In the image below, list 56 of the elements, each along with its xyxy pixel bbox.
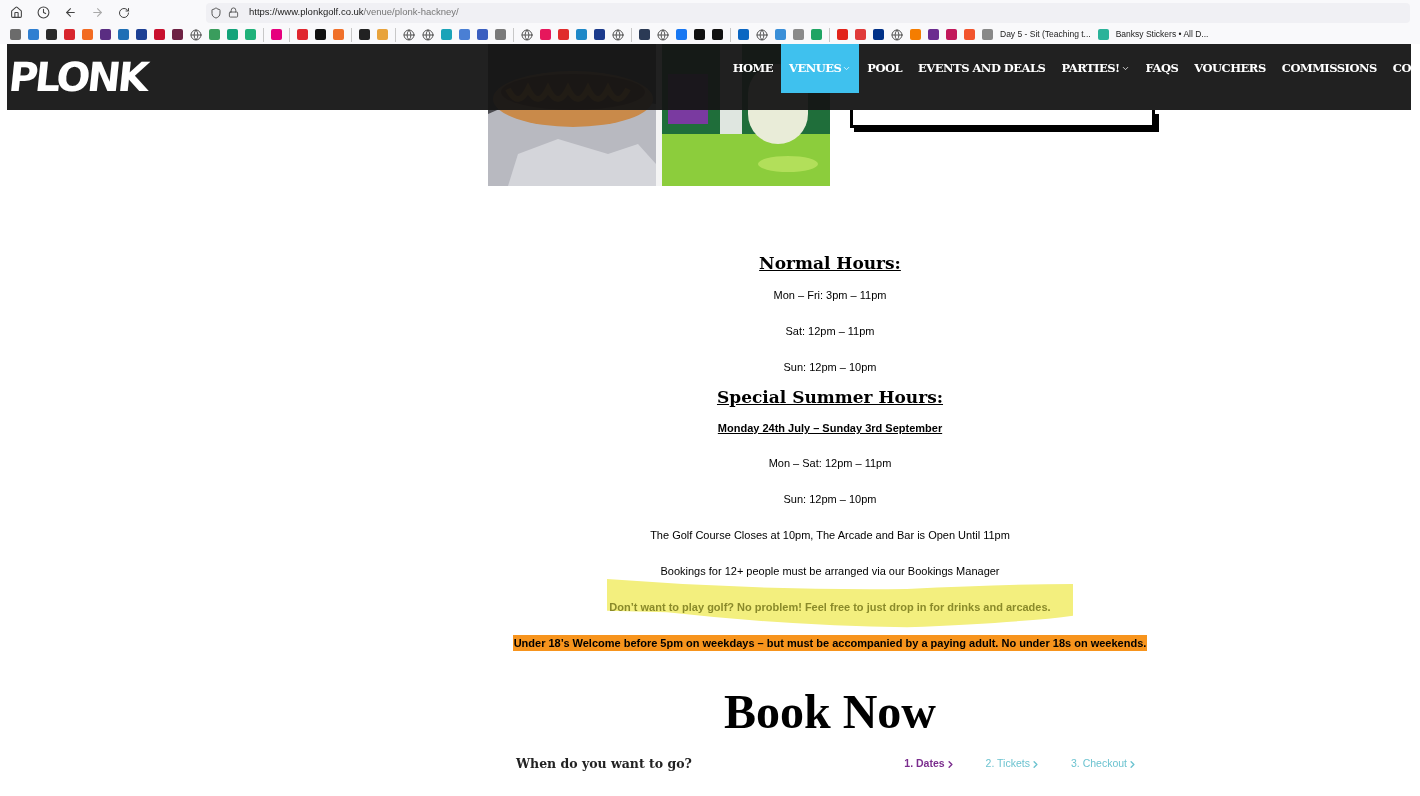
chevron-icon bbox=[1127, 758, 1138, 770]
globe-icon[interactable] bbox=[612, 28, 624, 41]
nav-link[interactable]: POOL bbox=[859, 44, 911, 93]
bookmark-icon[interactable] bbox=[594, 29, 605, 40]
nav-link[interactable]: COMMISSIONS bbox=[1273, 44, 1385, 93]
nav-link[interactable]: HOME bbox=[724, 44, 781, 93]
nav-link[interactable]: PARTIES! bbox=[1053, 44, 1138, 93]
hours-text: Sun: 12pm – 10pm bbox=[783, 491, 877, 507]
globe-icon[interactable] bbox=[190, 28, 202, 41]
hours-text: Mon – Sat: 12pm – 11pm bbox=[768, 455, 892, 471]
address-bar[interactable]: https://www.plonkgolf.co.uk/venue/plonk-hackney/ bbox=[206, 2, 1410, 23]
nav-link[interactable]: FAQS bbox=[1137, 44, 1187, 93]
globe-icon[interactable] bbox=[756, 28, 768, 41]
bookmark-icon[interactable] bbox=[136, 29, 147, 40]
bookmark-icon[interactable] bbox=[172, 29, 183, 40]
forward-icon[interactable] bbox=[91, 6, 104, 19]
bookmark-icon[interactable] bbox=[712, 29, 723, 40]
globe-icon[interactable] bbox=[403, 28, 415, 41]
booking-question: When do you want to go? bbox=[516, 754, 692, 773]
book-now-heading: Book Now bbox=[722, 684, 937, 740]
globe-icon[interactable] bbox=[422, 28, 434, 41]
hours-text: Mon – Fri: 3pm – 11pm bbox=[773, 287, 887, 303]
bookmark-link[interactable]: Day 5 - Sit (Teaching t... bbox=[1000, 28, 1091, 41]
hours-text: The Golf Course Closes at 10pm, The Arcade and Bar is Open Until 11pm bbox=[650, 527, 1010, 543]
bookmark-icon[interactable] bbox=[639, 29, 650, 40]
booking-step[interactable]: 1. Dates bbox=[904, 756, 956, 772]
globe-icon[interactable] bbox=[891, 28, 903, 41]
bookmark-icon[interactable] bbox=[928, 29, 939, 40]
info-text: Don’t want to play golf? No problem! Feel free to just drop in for drinks and arcades. bbox=[609, 599, 1051, 615]
bookmark-icon[interactable] bbox=[46, 29, 57, 40]
home-icon[interactable] bbox=[10, 6, 23, 19]
bookmark-icon[interactable] bbox=[100, 29, 111, 40]
lock-icon bbox=[228, 7, 239, 18]
globe-icon[interactable] bbox=[657, 28, 669, 41]
bookmark-icon[interactable] bbox=[359, 29, 370, 40]
date-range-text: Monday 24th July – Sunday 3rd September bbox=[717, 420, 943, 436]
age-notice: Under 18’s Welcome before 5pm on weekdays – but must be accompanied by a paying adult. No under 18s on weekends. bbox=[512, 634, 1148, 652]
nav-link[interactable]: CO bbox=[1384, 44, 1411, 93]
bookmark-link[interactable]: Banksy Stickers • All D... bbox=[1115, 28, 1209, 41]
globe-icon[interactable] bbox=[521, 28, 533, 41]
hours-text: Sun: 12pm – 10pm bbox=[783, 359, 877, 375]
history-icon[interactable] bbox=[37, 6, 50, 19]
bookmark-icon[interactable] bbox=[315, 29, 326, 40]
section-heading: Normal Hours: bbox=[759, 252, 901, 276]
hours-text: Bookings for 12+ people must be arranged via our Bookings Manager bbox=[660, 563, 1000, 579]
shield-icon bbox=[210, 6, 222, 19]
logo[interactable]: PLONK bbox=[5, 47, 149, 107]
back-icon[interactable] bbox=[64, 6, 77, 19]
nav-link[interactable]: EVENTS AND DEALS bbox=[910, 44, 1054, 93]
section-heading: Special Summer Hours: bbox=[716, 386, 943, 410]
bookmark-icon[interactable] bbox=[694, 29, 705, 40]
url-text: https://www.plonkgolf.co.uk/venue/plonk-hackney/ bbox=[249, 5, 459, 20]
reload-icon[interactable] bbox=[118, 6, 130, 19]
hours-text: Sat: 12pm – 11pm bbox=[785, 323, 875, 339]
bookmark-icon[interactable] bbox=[873, 29, 884, 40]
nav-link[interactable]: VOUCHERS bbox=[1186, 44, 1274, 93]
